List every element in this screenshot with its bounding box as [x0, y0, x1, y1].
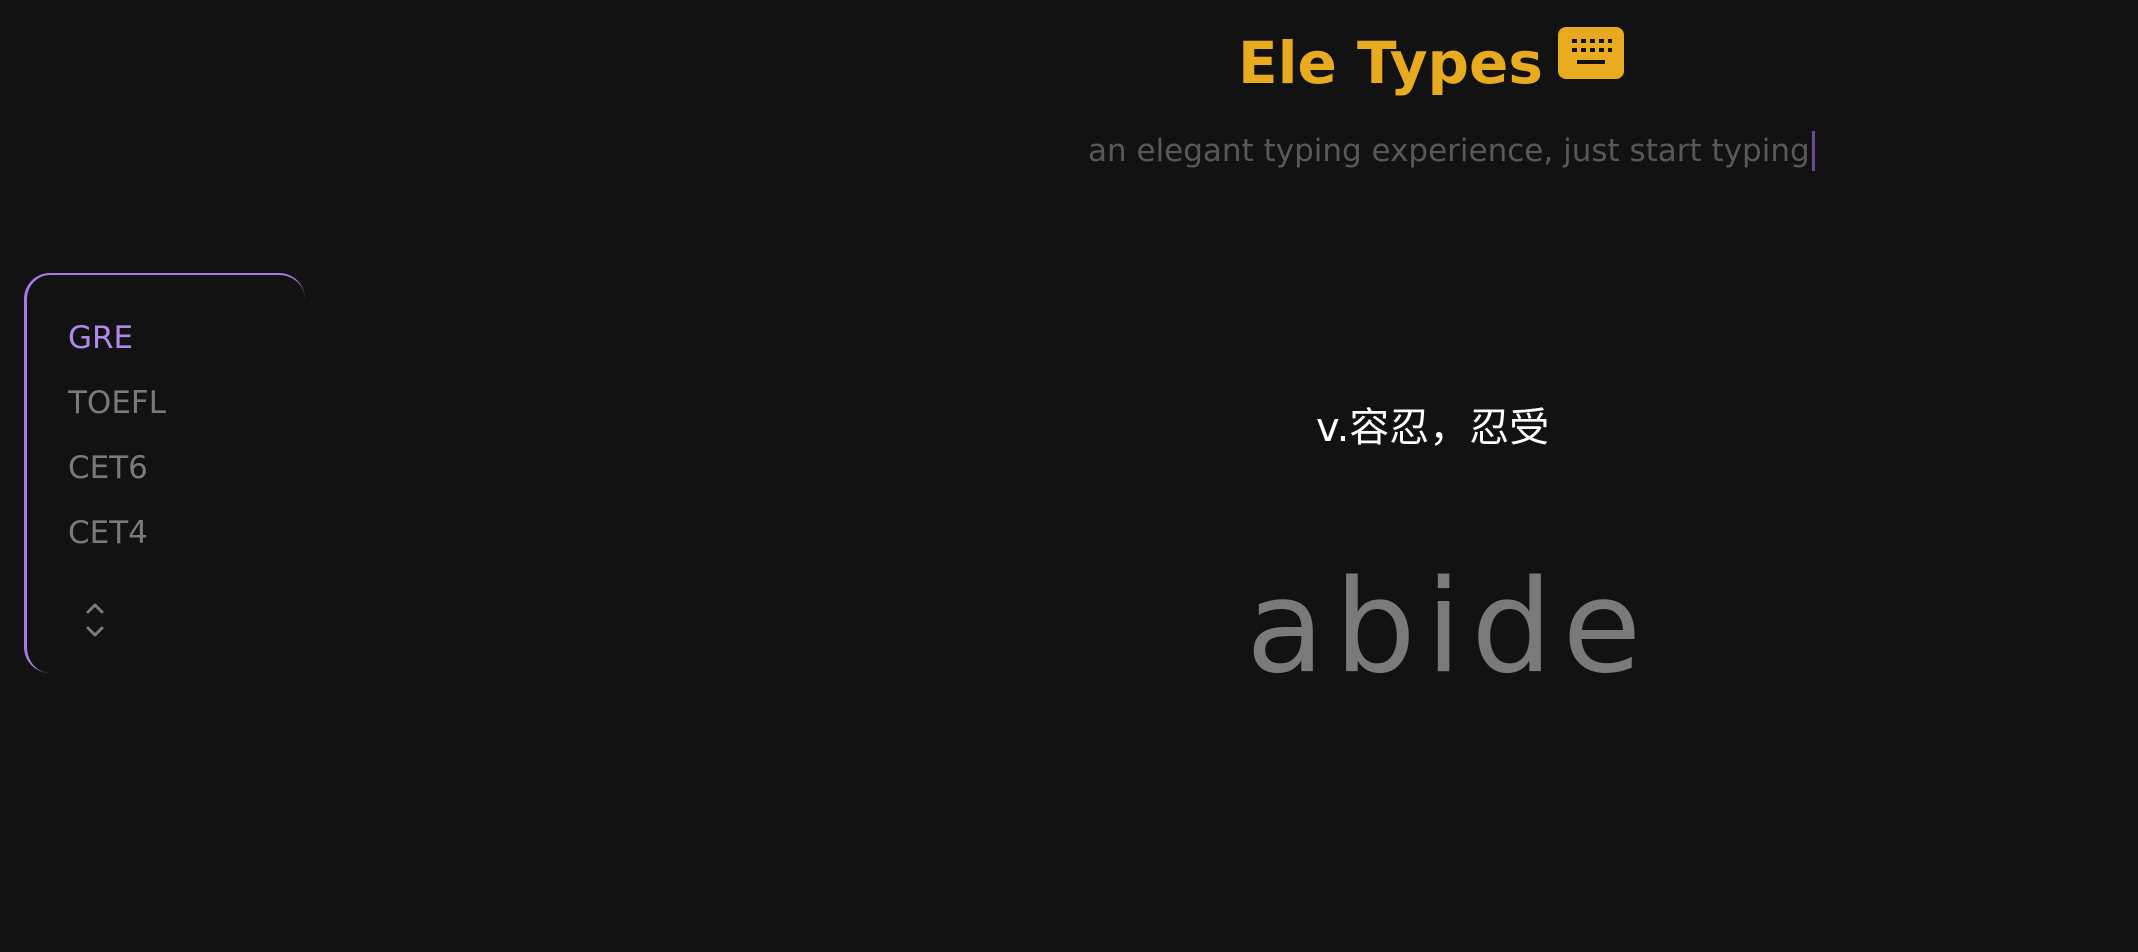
app-title: Ele Types	[1238, 29, 1543, 97]
dictionary-item-cet4[interactable]: CET4	[68, 513, 148, 553]
tagline: an elegant typing experience, just start…	[1088, 128, 1815, 174]
dictionary-item-toefl[interactable]: TOEFL	[68, 383, 166, 423]
dictionary-item-gre[interactable]: GRE	[68, 318, 133, 358]
tagline-text: an elegant typing experience, just start…	[1088, 133, 1810, 169]
dictionary-item-cet6[interactable]: CET6	[68, 448, 148, 488]
dictionary-menu: GRE TOEFL CET6 CET4	[24, 273, 305, 673]
word-definition: v.容忍，忍受	[1316, 405, 1550, 451]
chevron-up-down-icon[interactable]	[83, 599, 107, 641]
target-word: abide	[1246, 553, 1652, 702]
app-header: Ele Types	[1238, 28, 1543, 98]
text-caret	[1811, 131, 1815, 171]
keyboard-icon	[1558, 27, 1624, 79]
